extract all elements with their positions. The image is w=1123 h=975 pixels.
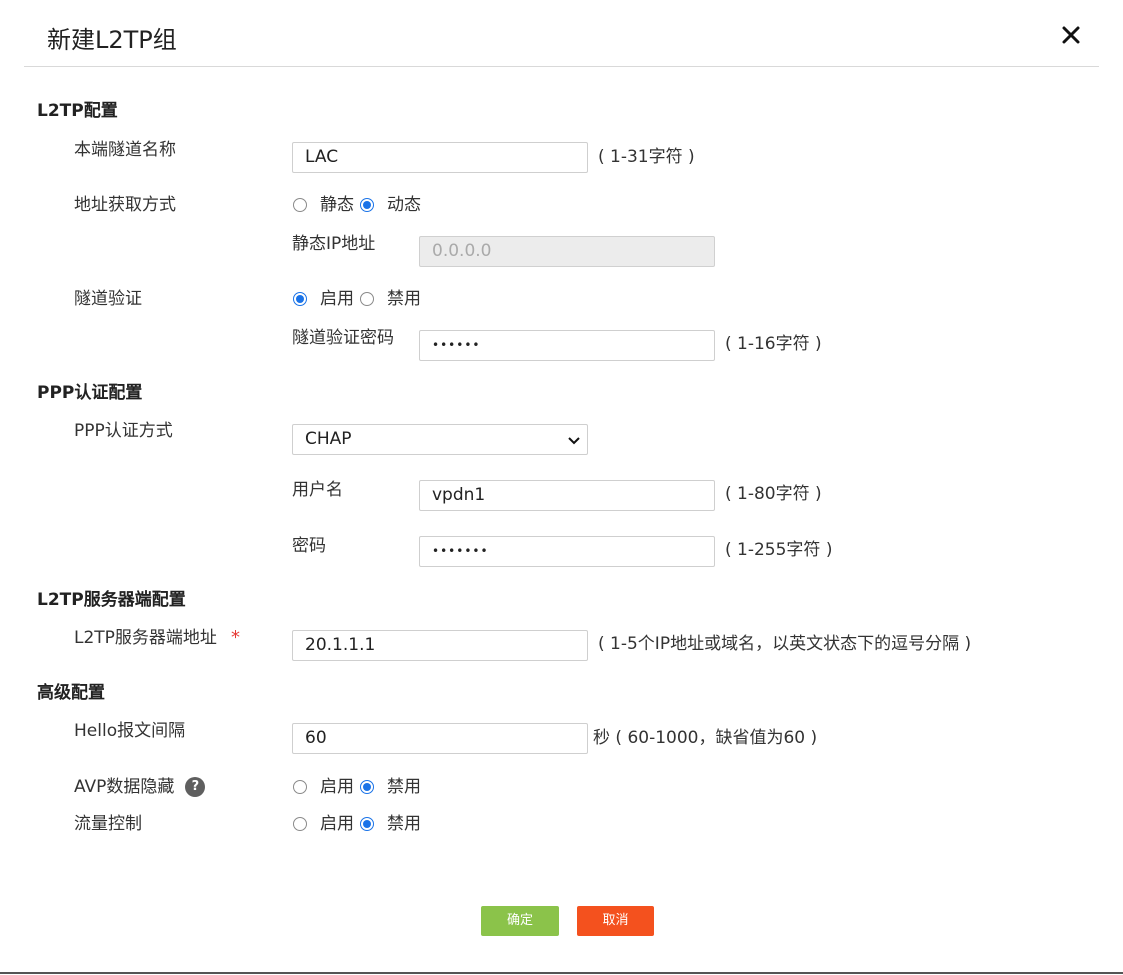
bottom-border <box>0 972 1123 974</box>
radio-auth-disable[interactable] <box>360 292 374 306</box>
tunnel-name-input[interactable]: LAC <box>292 142 588 173</box>
radio-flow-disable[interactable] <box>360 817 374 831</box>
tunnel-password-input[interactable]: •••••• <box>419 330 715 361</box>
username-label: 用户名 <box>292 480 343 500</box>
avp-hiding-radio-group: 启用 禁用 <box>293 776 427 798</box>
radio-dynamic[interactable] <box>360 198 374 212</box>
password-hint: ( 1-255字符 ) <box>725 540 833 560</box>
tunnel-password-label: 隧道验证密码 <box>292 328 394 348</box>
ppp-auth-mode-select[interactable]: CHAP <box>292 424 588 455</box>
static-ip-label: 静态IP地址 <box>292 234 376 254</box>
password-label: 密码 <box>292 536 326 556</box>
ppp-auth-mode-value: CHAP <box>305 429 352 449</box>
username-input[interactable]: vpdn1 <box>419 480 715 511</box>
tunnel-password-hint: ( 1-16字符 ) <box>725 334 822 354</box>
avp-hiding-label-text: AVP数据隐藏 <box>74 777 175 797</box>
radio-flow-enable[interactable] <box>293 817 307 831</box>
radio-static-label: 静态 <box>320 195 354 215</box>
tunnel-auth-label: 隧道验证 <box>74 289 142 309</box>
cancel-button[interactable]: 取消 <box>577 906 654 936</box>
radio-avp-enable-label: 启用 <box>320 777 354 797</box>
radio-static[interactable] <box>293 198 307 212</box>
dialog-title: 新建L2TP组 <box>47 26 177 54</box>
server-address-label: L2TP服务器端地址 * <box>74 627 240 649</box>
static-ip-input: 0.0.0.0 <box>419 236 715 267</box>
username-hint: ( 1-80字符 ) <box>725 484 822 504</box>
radio-avp-disable-label: 禁用 <box>387 777 421 797</box>
radio-avp-disable[interactable] <box>360 780 374 794</box>
section-l2tp-config: L2TP配置 <box>37 101 118 121</box>
radio-avp-enable[interactable] <box>293 780 307 794</box>
confirm-button[interactable]: 确定 <box>481 906 559 936</box>
avp-hiding-label: AVP数据隐藏? <box>74 776 206 798</box>
tunnel-name-label: 本端隧道名称 <box>74 140 176 160</box>
help-icon[interactable]: ? <box>185 777 206 797</box>
address-mode-label: 地址获取方式 <box>74 195 176 215</box>
radio-flow-disable-label: 禁用 <box>387 814 421 834</box>
flow-control-radio-group: 启用 禁用 <box>293 813 427 835</box>
close-icon[interactable] <box>1058 22 1084 48</box>
server-address-input[interactable]: 20.1.1.1 <box>292 630 588 661</box>
radio-auth-enable-label: 启用 <box>320 289 354 309</box>
tunnel-name-hint: ( 1-31字符 ) <box>598 147 695 167</box>
section-l2tp-server: L2TP服务器端配置 <box>37 590 186 610</box>
header-divider <box>24 66 1099 67</box>
required-mark: * <box>230 627 240 648</box>
tunnel-auth-radio-group: 启用 禁用 <box>293 288 427 310</box>
password-input[interactable]: ••••••• <box>419 536 715 567</box>
hello-interval-input[interactable]: 60 <box>292 723 588 754</box>
ppp-auth-mode-label: PPP认证方式 <box>74 421 173 441</box>
server-address-label-text: L2TP服务器端地址 <box>74 628 217 648</box>
address-mode-radio-group: 静态 动态 <box>293 194 427 216</box>
section-ppp-auth: PPP认证配置 <box>37 383 143 403</box>
radio-auth-disable-label: 禁用 <box>387 289 421 309</box>
flow-control-label: 流量控制 <box>74 814 142 834</box>
section-advanced: 高级配置 <box>37 683 105 703</box>
hello-interval-label: Hello报文间隔 <box>74 721 186 741</box>
server-address-hint: ( 1-5个IP地址或域名，以英文状态下的逗号分隔 ) <box>598 634 972 654</box>
new-l2tp-group-dialog: 新建L2TP组 L2TP配置 本端隧道名称 LAC ( 1-31字符 ) 地址获… <box>0 0 1123 975</box>
radio-flow-enable-label: 启用 <box>320 814 354 834</box>
radio-auth-enable[interactable] <box>293 292 307 306</box>
radio-dynamic-label: 动态 <box>387 195 421 215</box>
chevron-down-icon <box>568 437 580 445</box>
hello-interval-hint: 秒 ( 60-1000，缺省值为60 ) <box>593 728 818 748</box>
